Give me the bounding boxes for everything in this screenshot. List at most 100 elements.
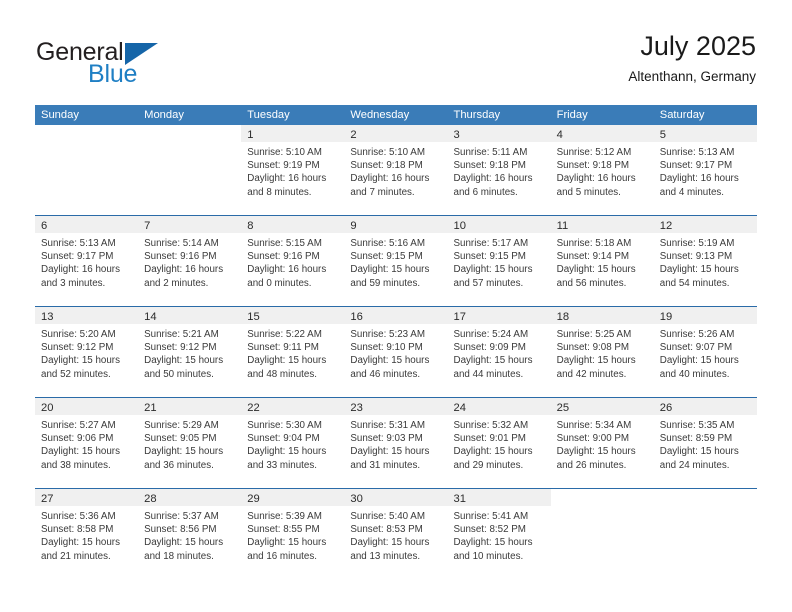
sunset-text: Sunset: 9:16 PM bbox=[144, 251, 217, 263]
day-cell[interactable]: 9 Sunrise: 5:16 AM Sunset: 9:15 PM Daylight… bbox=[344, 216, 448, 306]
day-cell[interactable]: 5 Sunrise: 5:13 AM Sunset: 9:17 PM Daylight… bbox=[653, 125, 757, 215]
day-cell[interactable]: 25 Sunrise: 5:34 AM Sunset: 9:00 PM Dayligh… bbox=[550, 398, 654, 488]
day-cell[interactable]: 12 Sunrise: 5:19 AM Sunset: 9:13 PM Dayligh… bbox=[653, 216, 757, 306]
sunrise-text: Sunrise: 5:41 AM bbox=[453, 511, 529, 522]
day-number: 15 bbox=[247, 311, 260, 323]
day-details: Sunrise: 5:31 AM Sunset: 9:03 PM Daylight:… bbox=[344, 415, 447, 472]
day-cell[interactable]: 4 Sunrise: 5:12 AM Sunset: 9:18 PM Daylight… bbox=[550, 125, 654, 215]
daylight-text-line1: Daylight: 15 hours bbox=[247, 355, 327, 367]
daylight-text-line2: and 59 minutes. bbox=[350, 277, 421, 289]
day-cell[interactable]: 30 Sunrise: 5:40 AM Sunset: 8:53 PM Dayligh… bbox=[344, 489, 448, 579]
daylight-text-line2: and 36 minutes. bbox=[144, 459, 214, 471]
day-cell[interactable]: 22 Sunrise: 5:30 AM Sunset: 9:04 PM Dayligh… bbox=[241, 398, 345, 488]
day-cell[interactable]: 20 Sunrise: 5:27 AM Sunset: 9:06 PM Dayligh… bbox=[35, 398, 139, 488]
day-cell[interactable]: 24 Sunrise: 5:32 AM Sunset: 9:01 PM Dayligh… bbox=[447, 398, 551, 488]
day-details: Sunrise: 5:41 AM Sunset: 8:52 PM Daylight:… bbox=[448, 506, 551, 563]
sunset-text: Sunset: 9:09 PM bbox=[453, 342, 526, 354]
sunrise-text: Sunrise: 5:29 AM bbox=[144, 420, 219, 431]
day-details: Sunrise: 5:20 AM Sunset: 9:12 PM Daylight:… bbox=[35, 324, 138, 381]
day-cell[interactable]: 16 Sunrise: 5:23 AM Sunset: 9:10 PM Dayligh… bbox=[344, 307, 448, 397]
day-details: Sunrise: 5:26 AM Sunset: 9:07 PM Daylight:… bbox=[654, 324, 757, 381]
sunrise-text: Sunrise: 5:39 AM bbox=[247, 511, 322, 522]
day-cell-empty bbox=[654, 489, 757, 579]
daylight-text-line2: and 46 minutes. bbox=[350, 368, 421, 380]
day-number: 3 bbox=[453, 129, 460, 141]
day-details: Sunrise: 5:19 AM Sunset: 9:13 PM Daylight:… bbox=[654, 233, 757, 290]
day-cell[interactable]: 11 Sunrise: 5:18 AM Sunset: 9:14 PM Dayligh… bbox=[550, 216, 654, 306]
sunrise-text: Sunrise: 5:37 AM bbox=[144, 511, 219, 522]
daylight-text-line1: Daylight: 15 hours bbox=[556, 264, 636, 276]
day-number-band: 23 bbox=[344, 398, 448, 415]
day-number-band: 25 bbox=[550, 398, 654, 415]
day-number-band: 18 bbox=[550, 307, 654, 324]
daylight-text-line2: and 0 minutes. bbox=[247, 277, 312, 289]
week-row: 13 Sunrise: 5:20 AM Sunset: 9:12 PM Dayligh… bbox=[35, 306, 757, 397]
day-cell[interactable]: 14 Sunrise: 5:21 AM Sunset: 9:12 PM Dayligh… bbox=[138, 307, 242, 397]
day-details: Sunrise: 5:13 AM Sunset: 9:17 PM Daylight:… bbox=[654, 142, 757, 199]
daylight-text-line2: and 13 minutes. bbox=[350, 550, 421, 562]
day-cell[interactable]: 10 Sunrise: 5:17 AM Sunset: 9:15 PM Dayligh… bbox=[447, 216, 551, 306]
day-cell[interactable]: 6 Sunrise: 5:13 AM Sunset: 9:17 PM Daylight… bbox=[35, 216, 139, 306]
day-number: 31 bbox=[453, 493, 466, 505]
daylight-text-line2: and 29 minutes. bbox=[453, 459, 524, 471]
day-number-band: 15 bbox=[241, 307, 345, 324]
day-cell-empty bbox=[138, 125, 241, 215]
day-cell[interactable]: 18 Sunrise: 5:25 AM Sunset: 9:08 PM Dayligh… bbox=[550, 307, 654, 397]
day-number-band: 30 bbox=[344, 489, 448, 506]
weekday-header-row: Sunday Monday Tuesday Wednesday Thursday… bbox=[35, 105, 757, 125]
day-number: 24 bbox=[453, 402, 466, 414]
day-cell[interactable]: 2 Sunrise: 5:10 AM Sunset: 9:18 PM Daylight… bbox=[344, 125, 448, 215]
day-cell[interactable]: 1 Sunrise: 5:10 AM Sunset: 9:19 PM Daylight… bbox=[241, 125, 345, 215]
weekday-header-monday: Monday bbox=[144, 109, 184, 121]
daylight-text-line1: Daylight: 15 hours bbox=[659, 355, 739, 367]
sunrise-text: Sunrise: 5:21 AM bbox=[144, 329, 219, 340]
day-number-band: 11 bbox=[550, 216, 654, 233]
day-cell[interactable]: 31 Sunrise: 5:41 AM Sunset: 8:52 PM Dayligh… bbox=[447, 489, 551, 579]
calendar-body: 1 Sunrise: 5:10 AM Sunset: 9:19 PM Daylight… bbox=[35, 125, 757, 579]
sunrise-text: Sunrise: 5:22 AM bbox=[247, 329, 322, 340]
sunrise-text: Sunrise: 5:32 AM bbox=[453, 420, 529, 431]
day-number-band bbox=[138, 125, 241, 142]
daylight-text-line2: and 2 minutes. bbox=[144, 277, 209, 289]
sunrise-text: Sunrise: 5:35 AM bbox=[659, 420, 735, 431]
day-cell[interactable]: 28 Sunrise: 5:37 AM Sunset: 8:56 PM Dayligh… bbox=[138, 489, 242, 579]
week-cells: 20 Sunrise: 5:27 AM Sunset: 9:06 PM Dayligh… bbox=[35, 398, 757, 488]
day-details: Sunrise: 5:34 AM Sunset: 9:00 PM Daylight:… bbox=[551, 415, 654, 472]
sunset-text: Sunset: 9:12 PM bbox=[144, 342, 217, 354]
day-details bbox=[35, 142, 138, 146]
general-blue-logo[interactable]: General Blue bbox=[36, 38, 276, 94]
sunrise-text: Sunrise: 5:23 AM bbox=[350, 329, 425, 340]
day-cell[interactable]: 13 Sunrise: 5:20 AM Sunset: 9:12 PM Dayligh… bbox=[35, 307, 139, 397]
day-cell[interactable]: 8 Sunrise: 5:15 AM Sunset: 9:16 PM Daylight… bbox=[241, 216, 345, 306]
sunrise-text: Sunrise: 5:17 AM bbox=[453, 238, 529, 249]
day-number: 19 bbox=[659, 311, 673, 323]
day-number-band: 7 bbox=[138, 216, 242, 233]
day-cell[interactable]: 7 Sunrise: 5:14 AM Sunset: 9:16 PM Daylight… bbox=[138, 216, 242, 306]
day-cell[interactable]: 3 Sunrise: 5:11 AM Sunset: 9:18 PM Daylight… bbox=[447, 125, 551, 215]
day-number: 14 bbox=[144, 311, 157, 323]
day-cell[interactable]: 17 Sunrise: 5:24 AM Sunset: 9:09 PM Dayligh… bbox=[447, 307, 551, 397]
day-details: Sunrise: 5:22 AM Sunset: 9:11 PM Daylight:… bbox=[241, 324, 344, 381]
day-cell[interactable]: 29 Sunrise: 5:39 AM Sunset: 8:55 PM Dayligh… bbox=[241, 489, 345, 579]
day-cell[interactable]: 27 Sunrise: 5:36 AM Sunset: 8:58 PM Dayligh… bbox=[35, 489, 139, 579]
daylight-text-line1: Daylight: 15 hours bbox=[247, 446, 327, 458]
daylight-text-line2: and 50 minutes. bbox=[144, 368, 214, 380]
day-number: 30 bbox=[350, 493, 363, 505]
day-cell[interactable]: 23 Sunrise: 5:31 AM Sunset: 9:03 PM Dayligh… bbox=[344, 398, 448, 488]
day-number-band: 17 bbox=[447, 307, 551, 324]
day-details: Sunrise: 5:17 AM Sunset: 9:15 PM Daylight:… bbox=[448, 233, 551, 290]
daylight-text-line2: and 56 minutes. bbox=[556, 277, 627, 289]
day-number-band: 5 bbox=[653, 125, 757, 142]
day-number-band: 8 bbox=[241, 216, 345, 233]
day-cell[interactable]: 21 Sunrise: 5:29 AM Sunset: 9:05 PM Dayligh… bbox=[138, 398, 242, 488]
sunset-text: Sunset: 8:52 PM bbox=[453, 524, 526, 536]
sunrise-text: Sunrise: 5:40 AM bbox=[350, 511, 425, 522]
day-cell[interactable]: 15 Sunrise: 5:22 AM Sunset: 9:11 PM Dayligh… bbox=[241, 307, 345, 397]
daylight-text-line2: and 52 minutes. bbox=[41, 368, 111, 380]
day-cell[interactable]: 19 Sunrise: 5:26 AM Sunset: 9:07 PM Dayligh… bbox=[653, 307, 757, 397]
daylight-text-line1: Daylight: 15 hours bbox=[350, 264, 430, 276]
day-details bbox=[551, 506, 654, 510]
day-details: Sunrise: 5:27 AM Sunset: 9:06 PM Daylight:… bbox=[35, 415, 138, 472]
day-cell[interactable]: 26 Sunrise: 5:35 AM Sunset: 8:59 PM Dayligh… bbox=[653, 398, 757, 488]
day-number: 23 bbox=[350, 402, 363, 414]
